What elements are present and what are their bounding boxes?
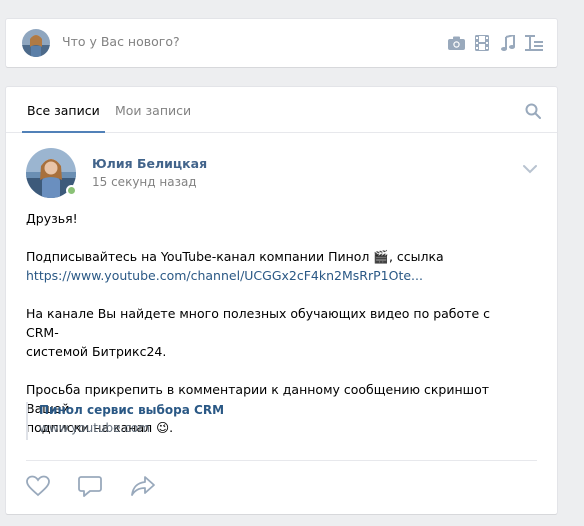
new-post-box[interactable]: Что у Вас нового?	[6, 19, 557, 67]
online-status-badge	[66, 185, 77, 196]
tab-my-posts[interactable]: Мои записи	[115, 103, 191, 118]
post-divider	[26, 460, 537, 461]
new-post-placeholder[interactable]: Что у Вас нового?	[62, 34, 180, 49]
attachment-url: www.youtube.com	[39, 421, 150, 435]
search-icon[interactable]	[525, 103, 541, 119]
youtube-channel-link[interactable]: https://www.youtube.com/channel/UCGGx2cF…	[26, 268, 423, 283]
post-paragraph: На канале Вы найдете много полезных обуч…	[26, 306, 490, 340]
comment-icon[interactable]	[78, 475, 102, 497]
video-icon[interactable]	[473, 34, 491, 52]
like-heart-icon[interactable]	[26, 475, 50, 497]
music-icon[interactable]	[499, 34, 517, 52]
post-paragraph: Друзья!	[26, 211, 78, 226]
text-format-icon[interactable]	[525, 34, 543, 52]
post-author-name[interactable]: Юлия Белицкая	[92, 156, 207, 171]
user-avatar[interactable]	[22, 29, 50, 57]
chevron-down-icon[interactable]	[523, 159, 537, 174]
attachment-title[interactable]: Пинол сервис выбора CRM	[39, 402, 224, 419]
tab-all-posts[interactable]: Все записи	[27, 103, 100, 118]
attach-toolbar	[447, 34, 543, 52]
active-tab-underline	[22, 131, 105, 133]
wall-tabs: Все записи Мои записи	[6, 87, 557, 133]
post-paragraph: Подписывайтесь на YouTube-канал компании…	[26, 249, 444, 264]
share-arrow-icon[interactable]	[130, 475, 155, 497]
link-attachment[interactable]: Пинол сервис выбора CRM www.youtube.com	[26, 402, 224, 440]
post-paragraph: системой Битрикс24.	[26, 344, 167, 359]
wall-feed: Все записи Мои записи Юлия Белицкая 15 с…	[6, 87, 557, 514]
post-actions	[26, 475, 155, 497]
post-timestamp[interactable]: 15 секунд назад	[92, 175, 197, 189]
camera-icon[interactable]	[447, 34, 465, 52]
